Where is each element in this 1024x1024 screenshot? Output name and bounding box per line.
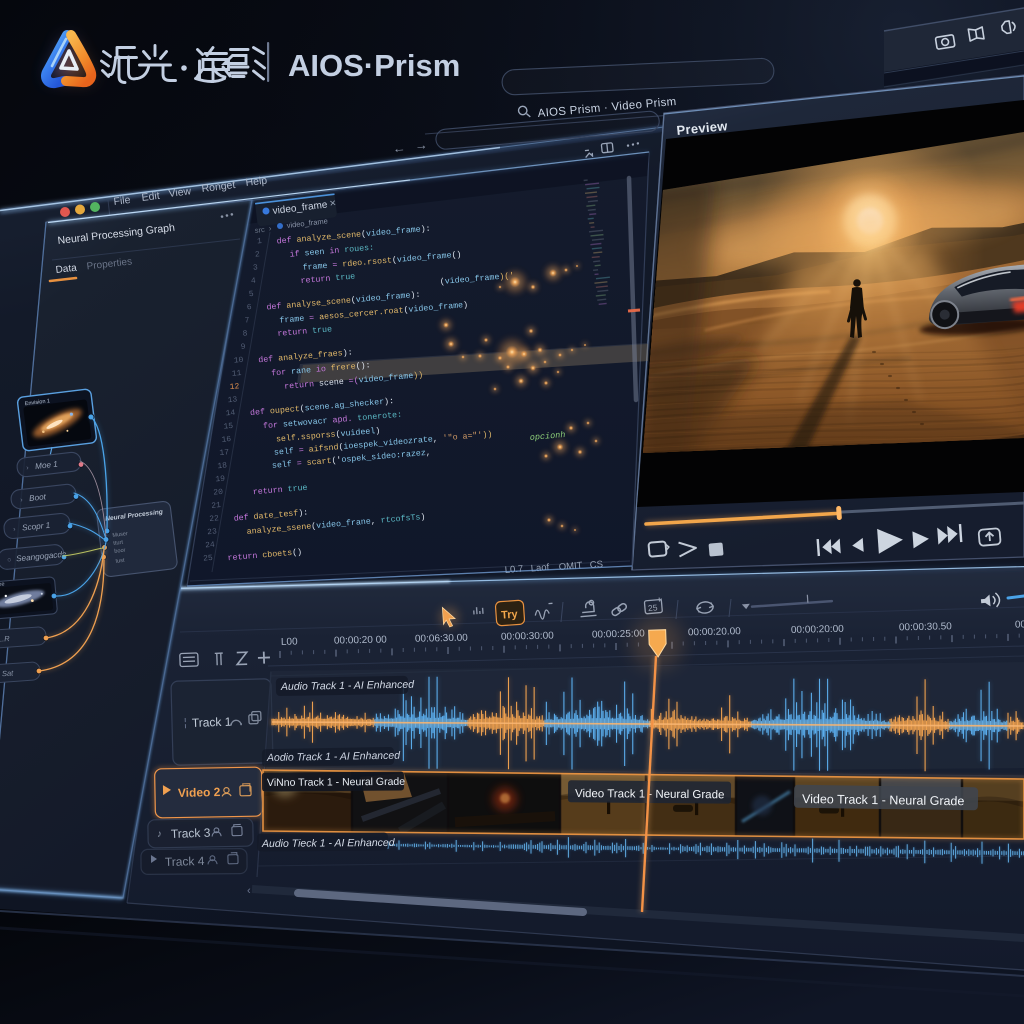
svg-text:13: 13 [227,395,238,405]
svg-text:5: 5 [248,290,254,299]
svg-text:Video Track 1 - Neural Grade: Video Track 1 - Neural Grade [802,792,965,808]
svg-text:6: 6 [246,303,252,312]
svg-text:Laof: Laof [530,562,550,574]
svg-text:OMIT: OMIT [558,560,583,573]
svg-text:00:00:30:00: 00:00:30:00 [501,631,555,643]
svg-text:00:00:30.50: 00:00:30.50 [899,621,953,633]
svg-text:ViNno Track 1 - Neural Grade: ViNno Track 1 - Neural Grade [267,776,405,789]
svg-text:Video 2: Video 2 [178,785,221,800]
svg-text:25: 25 [648,602,659,613]
svg-text:‹: ‹ [247,885,251,897]
svg-text:24: 24 [205,541,216,551]
svg-text:18: 18 [217,461,228,471]
svg-text:CS: CS [589,559,603,571]
svg-text:2: 2 [255,250,261,259]
svg-text:Aodio Track 1 - AI Enhanced: Aodio Track 1 - AI Enhanced [266,750,401,764]
svg-text:Audio Tieck 1 - AI Enhanced: Audio Tieck 1 - AI Enhanced [261,837,396,850]
svg-text:22: 22 [209,514,220,524]
svg-text:19: 19 [215,475,226,485]
svg-text:tust: tust [115,558,125,565]
svg-text:z Sat: z Sat [0,668,14,678]
svg-text:00:00:20.00: 00:00:20.00 [688,626,742,638]
svg-text:1: 1 [257,237,263,246]
svg-text:00:06:30.00: 00:06:30.00 [415,633,469,645]
svg-text:00:00:20:00: 00:00:20:00 [791,624,845,636]
svg-text:10: 10 [233,356,244,366]
svg-text:tturt: tturt [113,540,124,547]
svg-text:17: 17 [219,448,230,458]
svg-text:Try: Try [501,608,519,621]
svg-text:○: ○ [7,557,12,564]
svg-text:¦: ¦ [184,717,187,729]
svg-text:Track 3: Track 3 [171,826,211,841]
svg-text:7: 7 [244,316,250,325]
svg-text:16: 16 [221,435,232,445]
svg-text:23: 23 [207,527,218,537]
svg-text:8: 8 [242,329,248,338]
svg-text:Edit: Edit [141,190,161,204]
svg-text:00:00:20 00: 00:00:20 00 [334,634,388,646]
svg-text:Track 1: Track 1 [192,715,232,730]
svg-text:12: 12 [229,382,240,392]
svg-text:3: 3 [253,263,259,272]
svg-text:Audio Track 1 - AI Enhanced: Audio Track 1 - AI Enhanced [280,679,415,693]
svg-text:14: 14 [225,409,236,419]
svg-text:..R: ..R [0,634,11,644]
svg-text:9: 9 [240,343,246,352]
svg-text:src: src [254,225,265,235]
svg-text:4: 4 [251,277,257,286]
svg-text:♪: ♪ [157,829,162,840]
svg-text:L00: L00 [281,637,298,648]
svg-text:L0.7: L0.7 [504,564,523,576]
svg-text:20: 20 [213,488,224,498]
svg-text:11: 11 [231,369,242,379]
svg-text:←: ← [392,140,406,156]
svg-text:File: File [113,194,131,208]
svg-text:→: → [414,137,428,153]
svg-text:25: 25 [203,554,214,564]
svg-text:AIOS·Prism: AIOS·Prism [288,48,460,83]
svg-text:Track 4: Track 4 [165,854,205,869]
svg-text:15: 15 [223,422,234,432]
svg-text:21: 21 [211,501,222,511]
svg-text:00:: 00: [1015,619,1024,630]
